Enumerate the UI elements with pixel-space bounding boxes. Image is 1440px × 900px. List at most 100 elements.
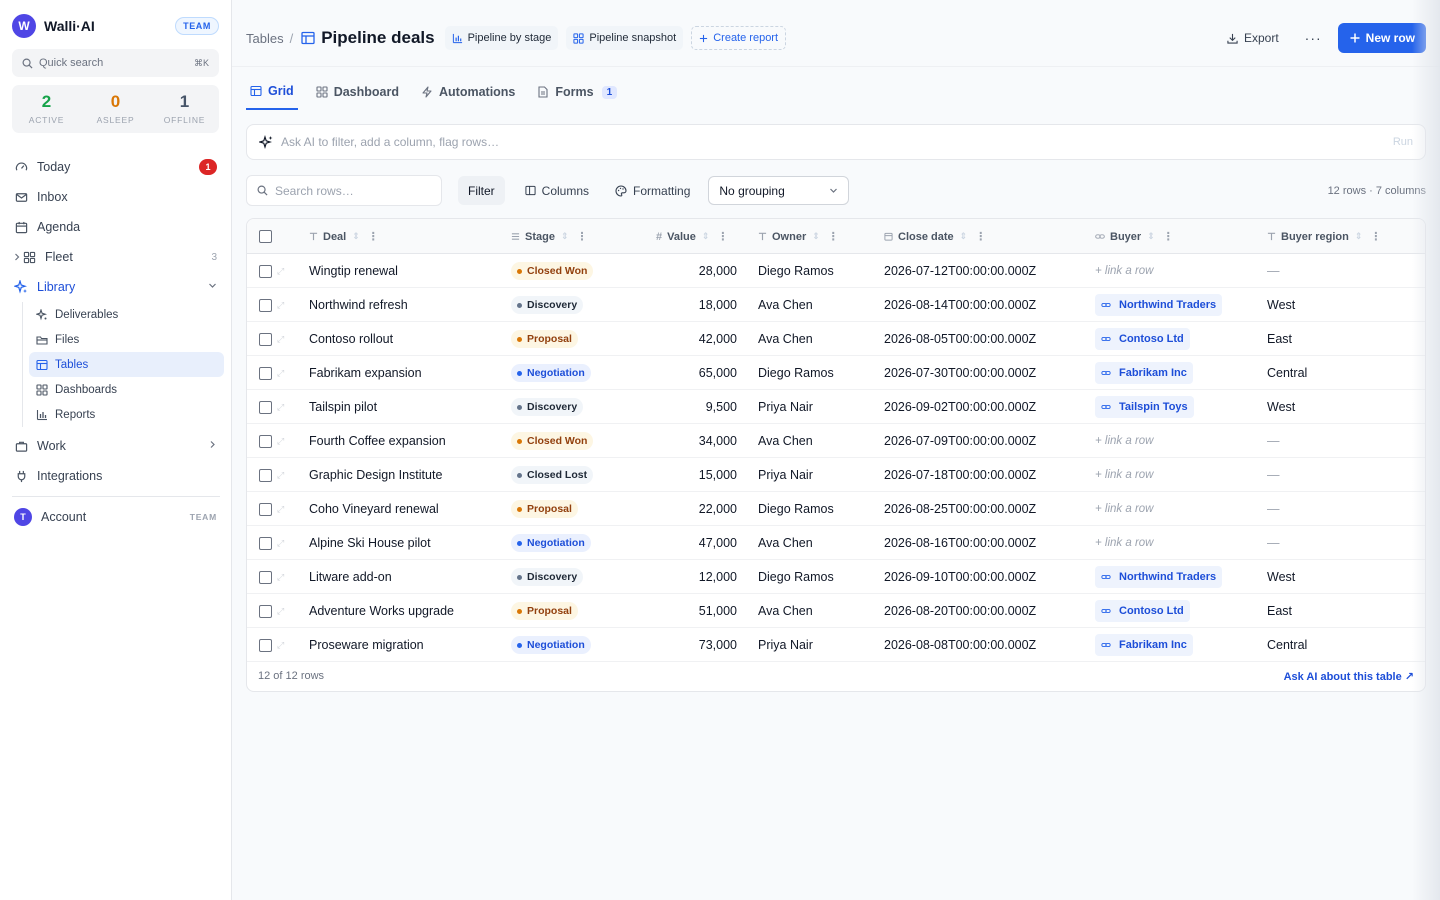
stat-offline[interactable]: 1 OFFLINE	[150, 85, 219, 133]
close-date-cell[interactable]: 2026-08-16T00:00:00.000Z	[884, 526, 1036, 560]
ai-command-input[interactable]	[281, 135, 1393, 149]
table-row[interactable]: ⤢ Fabrikam expansion Negotiation 65,000 Dieg…	[247, 356, 1425, 390]
region-cell[interactable]: —	[1267, 424, 1280, 458]
owner-cell[interactable]: Diego Ramos	[758, 492, 834, 526]
sidebar-item-library[interactable]: Library	[0, 272, 232, 302]
buyer-link-chip[interactable]: Fabrikam Inc	[1095, 634, 1193, 656]
buyer-cell[interactable]: Northwind Traders	[1095, 560, 1223, 594]
buyer-link-chip[interactable]: Contoso Ltd	[1095, 328, 1190, 350]
row-checkbox[interactable]	[259, 570, 272, 584]
buyer-link-chip[interactable]: Fabrikam Inc	[1095, 362, 1193, 384]
sort-icon[interactable]: ⇕	[352, 231, 360, 242]
expand-icon[interactable]: ⤢	[277, 436, 284, 447]
close-date-cell[interactable]: 2026-08-05T00:00:00.000Z	[884, 322, 1036, 356]
region-cell[interactable]: East	[1267, 322, 1292, 356]
report-chip-pipeline-by-stage[interactable]: Pipeline by stage	[444, 26, 559, 50]
link-row-button[interactable]: + link a row	[1095, 265, 1153, 277]
column-header-owner[interactable]: Owner ⇕ ⋮	[758, 219, 839, 254]
close-date-cell[interactable]: 2026-08-08T00:00:00.000Z	[884, 628, 1036, 662]
owner-cell[interactable]: Ava Chen	[758, 424, 813, 458]
row-checkbox[interactable]	[259, 638, 272, 652]
expand-icon[interactable]: ⤢	[277, 640, 284, 651]
search-input[interactable]	[275, 183, 425, 198]
expand-icon[interactable]: ⤢	[277, 572, 284, 583]
sidebar-item-account[interactable]: T Account TEAM	[0, 502, 232, 532]
column-header-buyer[interactable]: Buyer ⇕ ⋮	[1095, 219, 1174, 254]
deal-cell[interactable]: Coho Vineyard renewal	[309, 492, 439, 526]
sidebar-item-inbox[interactable]: Inbox	[0, 182, 232, 212]
quick-search[interactable]: Quick search ⌘K	[12, 49, 219, 77]
expand-icon[interactable]: ⤢	[277, 368, 284, 379]
tab-automations[interactable]: Automations	[417, 74, 519, 110]
table-row[interactable]: ⤢ Adventure Works upgrade Proposal 51,000 Av…	[247, 594, 1425, 628]
column-header-close-date[interactable]: Close date ⇕ ⋮	[884, 219, 986, 254]
sidebar-item-dashboards[interactable]: Dashboards	[23, 377, 224, 402]
deal-cell[interactable]: Contoso rollout	[309, 322, 393, 356]
deal-cell[interactable]: Northwind refresh	[309, 288, 408, 322]
owner-cell[interactable]: Ava Chen	[758, 288, 813, 322]
row-checkbox[interactable]	[259, 434, 272, 448]
row-checkbox[interactable]	[259, 298, 272, 312]
formatting-button[interactable]: Formatting	[605, 176, 700, 205]
run-button[interactable]: Run	[1393, 136, 1413, 148]
stage-cell[interactable]: Negotiation	[511, 526, 591, 560]
value-cell[interactable]: 28,000	[656, 254, 737, 288]
buyer-cell[interactable]: Fabrikam Inc	[1095, 356, 1193, 390]
close-date-cell[interactable]: 2026-08-20T00:00:00.000Z	[884, 594, 1036, 628]
buyer-cell[interactable]: Contoso Ltd	[1095, 594, 1190, 628]
sort-icon[interactable]: ⇕	[1147, 231, 1155, 242]
close-date-cell[interactable]: 2026-07-12T00:00:00.000Z	[884, 254, 1036, 288]
row-checkbox[interactable]	[259, 400, 272, 414]
table-row[interactable]: ⤢ Coho Vineyard renewal Proposal 22,000 Dieg…	[247, 492, 1425, 526]
buyer-cell[interactable]: + link a row	[1095, 526, 1153, 560]
columns-button[interactable]: Columns	[515, 176, 599, 205]
column-menu-icon[interactable]: ⋮	[1163, 230, 1174, 243]
grouping-select[interactable]: No grouping	[708, 176, 850, 205]
brand-logo[interactable]: W	[12, 14, 36, 38]
table-row[interactable]: ⤢ Proseware migration Negotiation 73,000 Pri…	[247, 628, 1425, 662]
stage-cell[interactable]: Discovery	[511, 560, 584, 594]
expand-icon[interactable]: ⤢	[277, 504, 284, 515]
row-checkbox[interactable]	[259, 604, 272, 618]
deal-cell[interactable]: Wingtip renewal	[309, 254, 398, 288]
column-menu-icon[interactable]: ⋮	[1370, 230, 1381, 243]
value-cell[interactable]: 47,000	[656, 526, 737, 560]
sidebar-item-fleet[interactable]: Fleet 3	[0, 242, 232, 272]
buyer-cell[interactable]: Tailspin Toys	[1095, 390, 1194, 424]
owner-cell[interactable]: Diego Ramos	[758, 254, 834, 288]
sidebar-item-tables[interactable]: Tables	[29, 352, 224, 377]
table-row[interactable]: ⤢ Litware add-on Discovery 12,000 Diego Ramo…	[247, 560, 1425, 594]
value-cell[interactable]: 73,000	[656, 628, 737, 662]
buyer-cell[interactable]: Fabrikam Inc	[1095, 628, 1193, 662]
owner-cell[interactable]: Diego Ramos	[758, 356, 834, 390]
sort-icon[interactable]: ⇕	[1355, 231, 1363, 242]
buyer-link-chip[interactable]: Northwind Traders	[1095, 294, 1223, 316]
region-cell[interactable]: West	[1267, 288, 1295, 322]
stage-cell[interactable]: Closed Lost	[511, 458, 594, 492]
breadcrumb[interactable]: Tables	[246, 31, 284, 46]
close-date-cell[interactable]: 2026-07-30T00:00:00.000Z	[884, 356, 1036, 390]
expand-icon[interactable]: ⤢	[277, 266, 284, 277]
close-date-cell[interactable]: 2026-08-25T00:00:00.000Z	[884, 492, 1036, 526]
table-row[interactable]: ⤢ Graphic Design Institute Closed Lost 15,0…	[247, 458, 1425, 492]
column-menu-icon[interactable]: ⋮	[368, 230, 379, 243]
table-row[interactable]: ⤢ Fourth Coffee expansion Closed Won 34,000…	[247, 424, 1425, 458]
link-row-button[interactable]: + link a row	[1095, 469, 1153, 481]
buyer-cell[interactable]: + link a row	[1095, 254, 1153, 288]
region-cell[interactable]: East	[1267, 594, 1292, 628]
table-row[interactable]: ⤢ Wingtip renewal Closed Won 28,000 Diego Ra…	[247, 254, 1425, 288]
column-menu-icon[interactable]: ⋮	[975, 230, 986, 243]
row-checkbox[interactable]	[259, 264, 272, 278]
value-cell[interactable]: 12,000	[656, 560, 737, 594]
sort-icon[interactable]: ⇕	[812, 231, 820, 242]
buyer-link-chip[interactable]: Contoso Ltd	[1095, 600, 1190, 622]
sort-icon[interactable]: ⇕	[702, 231, 710, 242]
region-cell[interactable]: —	[1267, 254, 1280, 288]
select-all-checkbox[interactable]	[259, 230, 272, 243]
buyer-cell[interactable]: + link a row	[1095, 424, 1153, 458]
owner-cell[interactable]: Diego Ramos	[758, 560, 834, 594]
region-cell[interactable]: West	[1267, 560, 1295, 594]
more-options-icon[interactable]: ···	[1305, 30, 1322, 46]
close-date-cell[interactable]: 2026-07-09T00:00:00.000Z	[884, 424, 1036, 458]
row-checkbox[interactable]	[259, 536, 272, 550]
